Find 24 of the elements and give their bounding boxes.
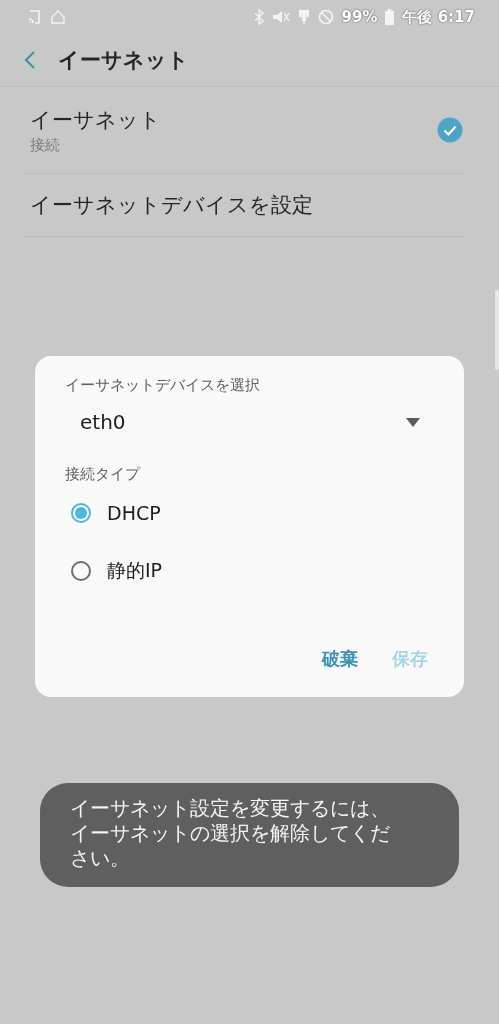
dropdown-arrow-icon [406, 417, 420, 427]
radio-button[interactable] [71, 503, 91, 523]
field-label: 接続タイプ [65, 465, 142, 484]
screen-title: イーサネット [58, 47, 189, 74]
item-title: イーサネット [30, 106, 162, 134]
settings-item[interactable]: イーサネットデバイスを設定 [22, 174, 463, 237]
cast-icon [28, 9, 42, 25]
item-title: イーサネットデバイスを設定 [30, 192, 314, 219]
option-label: DHCP [107, 502, 161, 524]
ethernet-icon [297, 9, 310, 25]
battery-icon [385, 9, 395, 25]
settings-item[interactable]: イーサネット 接続 [22, 87, 463, 174]
option-label: 静的IP [107, 558, 163, 583]
home-icon [50, 9, 66, 25]
toast-message: イーサネット設定を変更するには、イーサネットの選択を解除してください。 [70, 796, 391, 871]
checkbox[interactable] [437, 117, 463, 143]
field-label: イーサネットデバイスを選択 [65, 376, 261, 395]
device-dropdown[interactable]: eth0 [65, 395, 434, 439]
item-subtitle: 接続 [30, 135, 61, 155]
radio-button[interactable] [71, 561, 91, 581]
blocked-icon [317, 9, 334, 25]
bluetooth-icon [253, 9, 264, 25]
mute-icon [271, 9, 290, 25]
back-icon[interactable] [24, 50, 36, 70]
